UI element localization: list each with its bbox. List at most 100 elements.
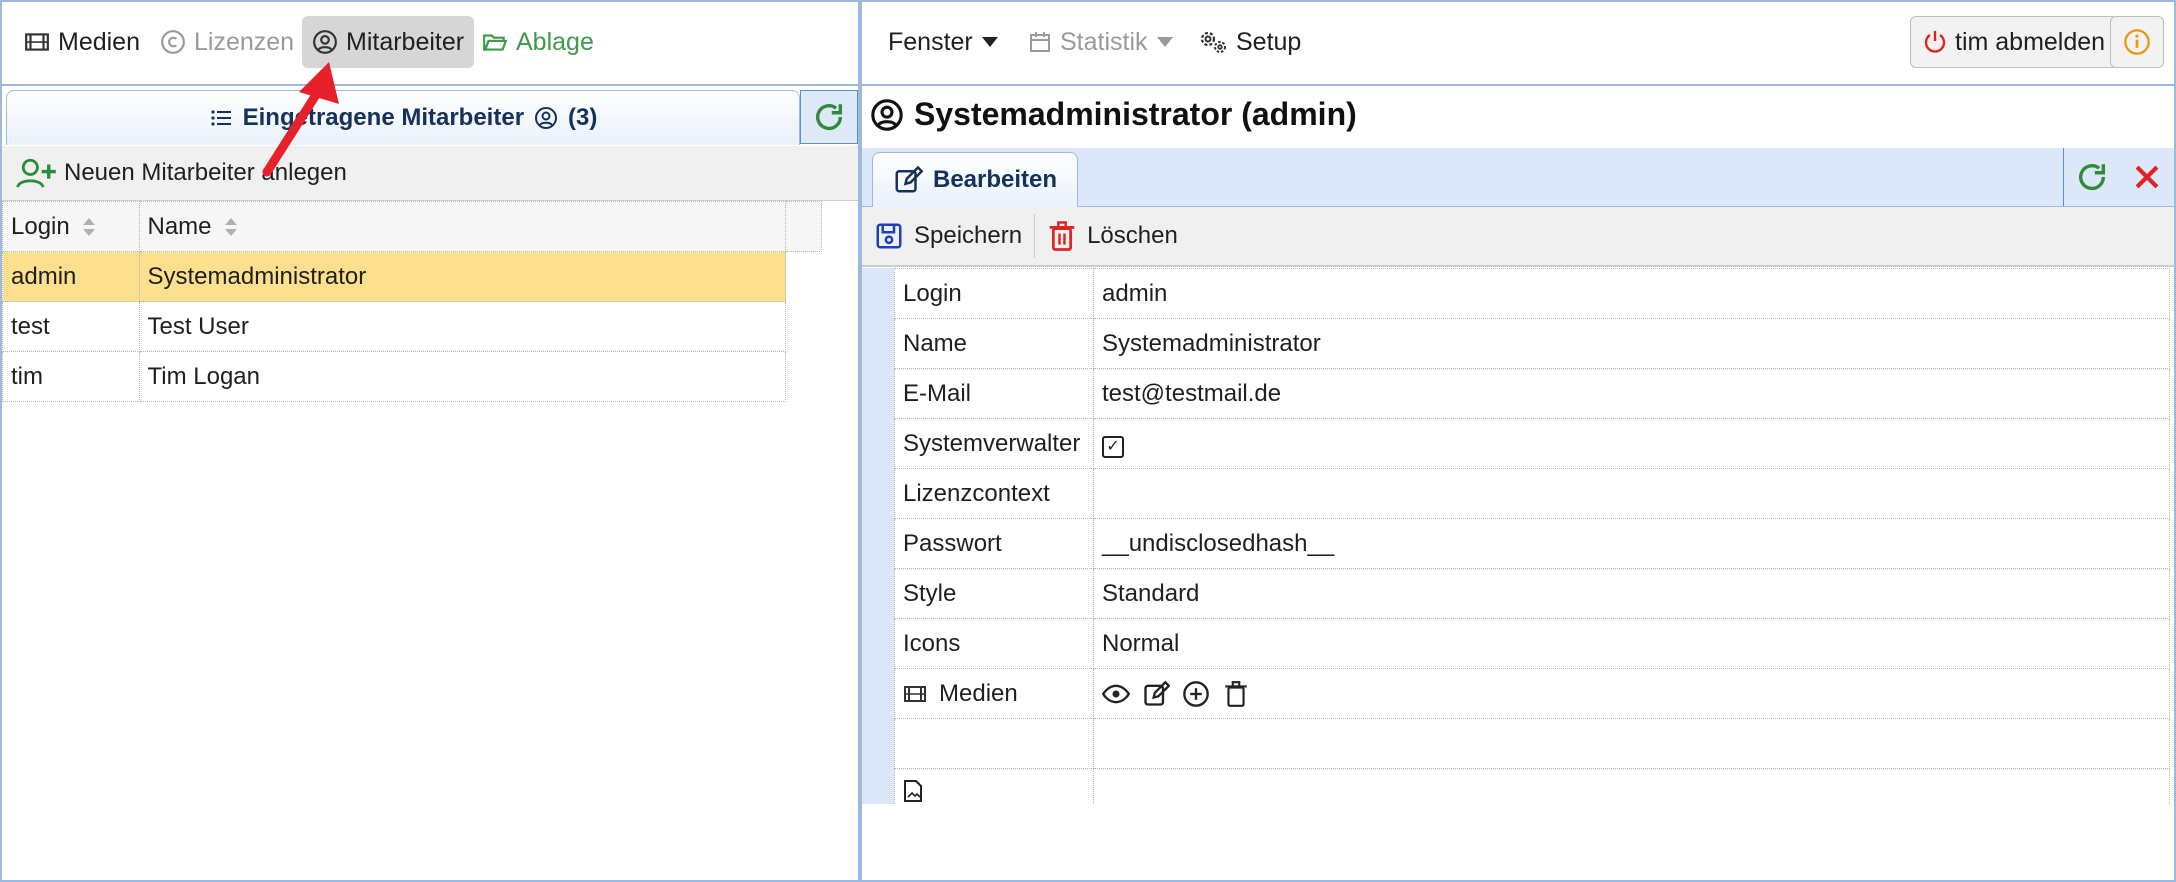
refresh-icon[interactable] [2075,160,2109,194]
employee-tab-row: Eingetragene Mitarbeiter (3) [2,86,858,146]
cell-login: tim [2,351,140,402]
copyright-icon [161,30,185,54]
form-row-empty [894,718,2170,769]
cell-spacer [786,352,822,402]
password-field[interactable]: __undisclosedhash__ [1093,518,2170,569]
column-header-spacer [785,201,822,252]
employee-detail-pane: Fenster Statistik Setup tim abmelden Sys… [860,0,2176,882]
column-header-login-label: Login [11,212,70,240]
medien-permissions [1093,668,2170,719]
save-icon [876,223,902,249]
sort-icon [83,218,96,237]
tab-employees[interactable]: Eingetragene Mitarbeiter (3) [6,90,800,145]
refresh-icon [815,104,843,131]
form-row-name: Name Systemadministrator [894,318,2170,369]
empty-cell [1093,718,2170,769]
field-label: Icons [894,618,1094,669]
folder-open-icon [483,34,508,51]
page-title-text: Systemadministrator (admin) [914,96,1357,132]
name-field[interactable]: Systemadministrator [1093,318,2170,369]
menu-ablage-label: Ablage [516,27,594,56]
logout-button[interactable]: tim abmelden [1910,16,2119,68]
power-icon [1924,31,1946,53]
form-gutter [862,268,894,804]
form-row-style: Style Standard [894,568,2170,619]
eye-icon[interactable] [1102,680,1130,708]
detail-toolbar: Speichern Löschen [862,207,2174,267]
info-icon [2124,29,2150,55]
sort-icon [225,218,238,237]
cell-name: Test User [138,301,787,352]
page-title: Systemadministrator (admin) [870,96,1357,133]
menu-fenster[interactable]: Fenster [888,16,999,68]
column-header-name[interactable]: Name [138,201,787,252]
detail-form-table: Login admin Name Systemadministrator E-M… [894,268,2170,804]
detail-tab-bar: Bearbeiten [862,148,2174,207]
form-row-medien: Medien [894,668,2170,719]
systemverwalter-checkbox[interactable]: ✓ [1102,435,1124,458]
field-label: E-Mail [894,368,1094,419]
form-row-lizenzcontext: Lizenzcontext [894,468,2170,519]
tab-bearbeiten[interactable]: Bearbeiten [872,152,1079,207]
edit-icon [895,165,923,193]
medien-label-cell: Medien [894,668,1094,719]
close-icon[interactable] [2130,160,2164,194]
email-field[interactable]: test@testmail.de [1093,368,2170,419]
cell-spacer [785,251,822,302]
save-button[interactable]: Speichern [862,207,1034,265]
caret-down-icon [1156,37,1173,47]
gears-icon [1200,31,1226,53]
logout-label: tim abmelden [1955,27,2106,56]
cell-login: test [2,301,140,352]
film-icon [904,685,926,702]
column-header-name-label: Name [147,212,212,240]
field-label: Passwort [894,518,1094,569]
refresh-list-button[interactable] [800,90,858,144]
calendar-icon [1030,32,1050,52]
login-field[interactable]: admin [1093,268,2170,319]
field-label: Name [894,318,1094,369]
trash-icon[interactable] [1222,680,1250,708]
menu-setup-label: Setup [1236,27,1302,56]
info-button[interactable] [2110,16,2164,68]
menu-medien[interactable]: Medien [14,16,150,68]
left-menubar: Medien Lizenzen Mitarbeiter Ablage [2,2,858,86]
menu-ablage[interactable]: Ablage [472,16,604,68]
user-circle-icon [535,107,558,129]
table-row[interactable]: tim Tim Logan [2,351,822,402]
edit-icon[interactable] [1142,680,1170,708]
delete-label: Löschen [1087,222,1178,249]
form-row-email: E-Mail test@testmail.de [894,368,2170,419]
document-image-icon [904,780,922,802]
delete-button[interactable]: Löschen [1035,207,1190,265]
trash-icon [1049,221,1075,251]
cell-login: admin [2,251,140,302]
partial-label-cell [894,768,1094,804]
cell-name: Tim Logan [138,351,787,402]
form-row-passwort: Passwort __undisclosedhash__ [894,518,2170,569]
user-plus-icon [16,158,56,188]
annotation-arrow-icon [262,62,339,177]
tab-employees-count: (3) [568,104,598,131]
menu-setup[interactable]: Setup [1198,16,1301,68]
icons-field[interactable]: Normal [1093,618,2170,669]
style-field[interactable]: Standard [1093,568,2170,619]
partial-permissions [1093,768,2170,804]
caret-down-icon [981,37,998,47]
table-header-row: Login Name [2,201,822,252]
empty-cell [894,718,1094,769]
plus-circle-icon[interactable] [1182,680,1210,708]
menu-mitarbeiter-label: Mitarbeiter [346,27,465,56]
field-label: Medien [939,679,1018,707]
form-row-login: Login admin [894,268,2170,319]
table-row[interactable]: admin Systemadministrator [2,251,822,302]
cell-name: Systemadministrator [138,251,787,302]
lizenzcontext-field[interactable] [1093,468,2170,519]
field-label: Style [894,568,1094,619]
table-row[interactable]: test Test User [2,301,822,352]
form-row-partial [894,768,2170,804]
tab-bearbeiten-label: Bearbeiten [933,166,1058,193]
employee-table: Login Name admin Systemadministrator tes… [2,201,822,402]
column-header-login[interactable]: Login [2,201,140,252]
menu-statistik[interactable]: Statistik [1028,16,1174,68]
